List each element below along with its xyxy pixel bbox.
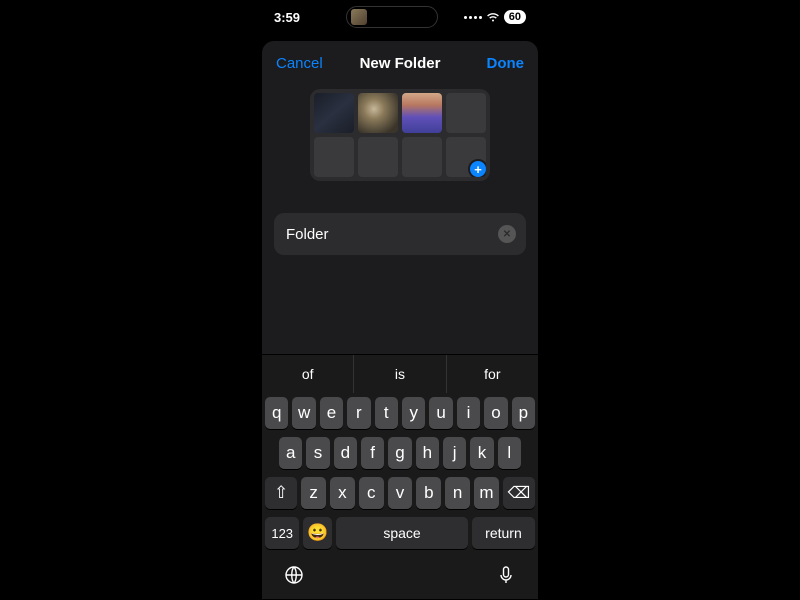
key-m[interactable]: m <box>474 477 499 509</box>
key-rows: q w e r t y u i o p a s d f g h <box>262 393 538 563</box>
key-row-2: a s d f g h j k l <box>265 437 535 469</box>
status-right: 60 <box>450 10 526 24</box>
folder-name-field-wrap[interactable] <box>274 213 526 255</box>
suggestion[interactable]: for <box>447 355 538 393</box>
new-folder-sheet: Cancel New Folder Done + <box>262 41 538 599</box>
key-u[interactable]: u <box>429 397 452 429</box>
globe-icon[interactable] <box>284 565 304 591</box>
suggestion[interactable]: of <box>262 355 354 393</box>
key-a[interactable]: a <box>279 437 302 469</box>
key-d[interactable]: d <box>334 437 357 469</box>
photo-thumbnail <box>358 93 398 133</box>
clear-text-button[interactable] <box>498 225 516 243</box>
keyboard: of is for q w e r t y u i o p a <box>262 354 538 599</box>
key-v[interactable]: v <box>388 477 413 509</box>
key-o[interactable]: o <box>484 397 507 429</box>
key-x[interactable]: x <box>330 477 355 509</box>
status-bar: 3:59 60 <box>262 1 538 33</box>
key-w[interactable]: w <box>292 397 315 429</box>
return-key[interactable]: return <box>472 517 535 549</box>
cellular-icon <box>464 16 482 19</box>
key-s[interactable]: s <box>306 437 329 469</box>
now-playing-thumb <box>351 9 367 25</box>
key-z[interactable]: z <box>301 477 326 509</box>
sheet-title: New Folder <box>360 55 441 72</box>
key-i[interactable]: i <box>457 397 480 429</box>
key-j[interactable]: j <box>443 437 466 469</box>
done-button[interactable]: Done <box>487 55 525 72</box>
empty-thumbnail: + <box>446 137 486 177</box>
photo-grid-wrap: + <box>262 85 538 193</box>
keyboard-bottom-bar <box>262 563 538 599</box>
dynamic-island <box>346 6 438 28</box>
empty-thumbnail <box>402 137 442 177</box>
key-b[interactable]: b <box>416 477 441 509</box>
battery-indicator: 60 <box>504 10 526 24</box>
photo-grid[interactable]: + <box>310 89 490 181</box>
backspace-key[interactable] <box>503 477 535 509</box>
suggestion[interactable]: is <box>354 355 446 393</box>
key-k[interactable]: k <box>470 437 493 469</box>
shift-key[interactable] <box>265 477 297 509</box>
key-y[interactable]: y <box>402 397 425 429</box>
key-t[interactable]: t <box>375 397 398 429</box>
photo-thumbnail <box>402 93 442 133</box>
photo-thumbnail <box>314 93 354 133</box>
key-g[interactable]: g <box>388 437 411 469</box>
spacer <box>262 255 538 354</box>
key-n[interactable]: n <box>445 477 470 509</box>
mic-icon[interactable] <box>496 565 516 591</box>
key-e[interactable]: e <box>320 397 343 429</box>
nav-bar: Cancel New Folder Done <box>262 41 538 85</box>
cancel-button[interactable]: Cancel <box>276 55 323 72</box>
phone-frame: 3:59 60 Cancel New Folder Done <box>262 1 538 599</box>
key-q[interactable]: q <box>265 397 288 429</box>
key-c[interactable]: c <box>359 477 384 509</box>
empty-thumbnail <box>314 137 354 177</box>
key-row-1: q w e r t y u i o p <box>265 397 535 429</box>
space-key[interactable]: space <box>336 517 468 549</box>
numbers-key[interactable]: 123 <box>265 517 299 549</box>
empty-thumbnail <box>358 137 398 177</box>
folder-name-input[interactable] <box>286 226 498 243</box>
empty-thumbnail <box>446 93 486 133</box>
key-f[interactable]: f <box>361 437 384 469</box>
add-photo-icon[interactable]: + <box>468 159 486 177</box>
key-l[interactable]: l <box>498 437 521 469</box>
emoji-key[interactable]: 😀 <box>303 517 332 549</box>
key-row-4: 123 😀 space return <box>265 517 535 549</box>
key-p[interactable]: p <box>512 397 535 429</box>
wifi-icon <box>486 12 500 23</box>
key-h[interactable]: h <box>416 437 439 469</box>
key-row-3: z x c v b n m <box>265 477 535 509</box>
key-r[interactable]: r <box>347 397 370 429</box>
status-time: 3:59 <box>274 10 334 25</box>
suggestion-bar: of is for <box>262 355 538 393</box>
